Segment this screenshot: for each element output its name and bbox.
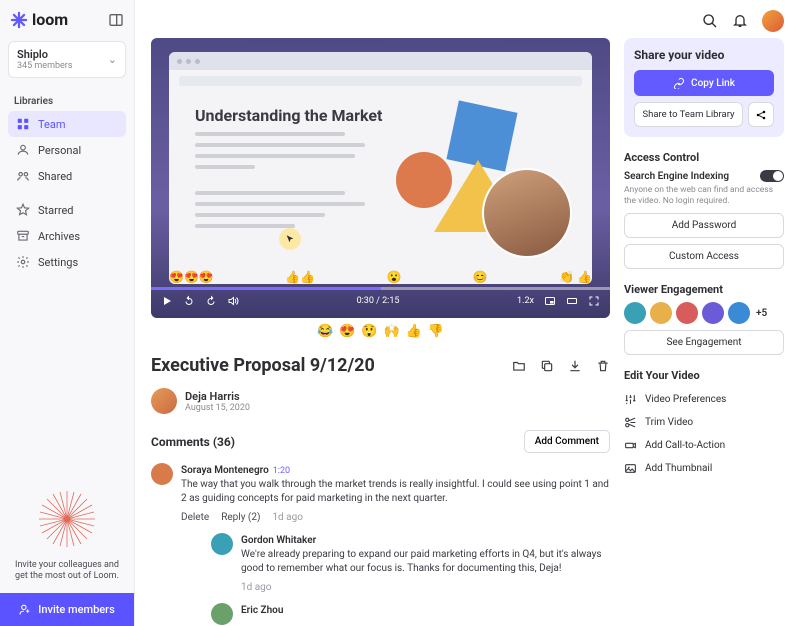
shared-icon: [16, 169, 30, 183]
duplicate-icon[interactable]: [540, 359, 554, 373]
invite-members-button[interactable]: Invite members: [0, 593, 134, 626]
comment-reply: Eric Zhou: [211, 593, 610, 625]
sidebar-item-shared[interactable]: Shared: [8, 163, 126, 189]
engagement-section: Viewer Engagement +5 See Engagement: [624, 283, 784, 355]
cta-icon: [624, 439, 637, 452]
sliders-icon: [624, 393, 637, 406]
logo[interactable]: loom: [10, 10, 68, 29]
user-avatar[interactable]: [762, 10, 784, 32]
cursor-icon: [279, 228, 301, 250]
chevron-down-icon: ⌄: [108, 53, 117, 66]
copy-link-button[interactable]: Copy Link: [634, 70, 774, 96]
personal-icon: [16, 143, 30, 157]
image-icon: [624, 462, 637, 475]
viewer-avatar[interactable]: [650, 302, 672, 324]
folder-icon[interactable]: [512, 359, 526, 373]
custom-access-button[interactable]: Custom Access: [624, 244, 784, 269]
link-icon: [673, 77, 685, 89]
fullscreen-icon[interactable]: [588, 295, 600, 307]
bell-icon[interactable]: [732, 13, 748, 29]
add-password-button[interactable]: Add Password: [624, 213, 784, 238]
rewind-icon[interactable]: [183, 295, 195, 307]
scissors-icon: [624, 416, 637, 429]
sidebar-item-team[interactable]: Team: [8, 111, 126, 137]
share-heading: Share your video: [634, 48, 774, 62]
author-avatar[interactable]: [151, 388, 177, 414]
sidebar-item-starred[interactable]: Starred: [8, 197, 126, 223]
comment-age: 1d ago: [272, 512, 303, 523]
comments-heading: Comments (36): [151, 435, 235, 449]
author-name: Deja Harris: [185, 390, 250, 403]
sidebar-item-personal[interactable]: Personal: [8, 137, 126, 163]
pip-icon[interactable]: [544, 295, 556, 307]
viewer-avatar[interactable]: [702, 302, 724, 324]
libraries-heading: Libraries: [8, 92, 126, 111]
viewer-avatar[interactable]: [728, 302, 750, 324]
share-more-button[interactable]: [748, 102, 774, 127]
indexing-sub: Anyone on the web can find and access th…: [624, 185, 784, 207]
add-cta-button[interactable]: Add Call-to-Action: [624, 434, 784, 457]
speed-button[interactable]: 1.2x: [517, 296, 534, 306]
viewer-avatar[interactable]: [624, 302, 646, 324]
indexing-toggle[interactable]: [760, 170, 784, 182]
loom-icon: [10, 11, 28, 29]
download-icon[interactable]: [568, 359, 582, 373]
reply-button[interactable]: Reply (2): [221, 512, 260, 523]
time-display: 0:30 / 2:15: [357, 296, 400, 306]
comment-reply: Gordon Whitaker We're already preparing …: [211, 523, 610, 593]
share-team-button[interactable]: Share to Team Library: [634, 102, 743, 127]
reactions-bar[interactable]: 😂😍😲🙌👍👎: [151, 318, 610, 349]
see-engagement-button[interactable]: See Engagement: [624, 330, 784, 355]
volume-icon[interactable]: [227, 295, 239, 307]
emoji-timeline: 😍😍😍👍👍😮😊👏 👍: [151, 270, 610, 284]
add-comment-button[interactable]: Add Comment: [524, 430, 610, 453]
play-icon[interactable]: [161, 295, 173, 307]
video-player[interactable]: Understanding the Market: [151, 38, 610, 318]
theater-icon[interactable]: [566, 295, 578, 307]
share-icon: [755, 109, 767, 121]
more-viewers[interactable]: +5: [756, 308, 767, 319]
invite-icon: [19, 603, 32, 616]
commenter-avatar[interactable]: [211, 533, 233, 555]
trash-icon[interactable]: [596, 359, 610, 373]
player-controls: 0:30 / 2:15 1.2x: [151, 284, 610, 318]
edit-video-section: Edit Your Video Video Preferences Trim V…: [624, 369, 784, 480]
sidebar-item-archives[interactable]: Archives: [8, 223, 126, 249]
forward-icon[interactable]: [205, 295, 217, 307]
invite-copy: Invite your colleagues and get the most …: [12, 560, 122, 583]
commenter-avatar[interactable]: [211, 603, 233, 625]
viewer-avatar[interactable]: [676, 302, 698, 324]
video-canvas: Understanding the Market: [169, 52, 592, 284]
video-date: August 15, 2020: [185, 403, 250, 413]
gear-icon: [16, 255, 30, 269]
video-preferences-button[interactable]: Video Preferences: [624, 388, 784, 411]
add-thumbnail-button[interactable]: Add Thumbnail: [624, 457, 784, 480]
delete-comment-button[interactable]: Delete: [181, 512, 209, 523]
sidebar: loom Shiplo 345 members ⌄ Libraries Team…: [0, 0, 135, 626]
trim-video-button[interactable]: Trim Video: [624, 411, 784, 434]
archive-icon: [16, 229, 30, 243]
access-control-section: Access Control Search Engine Indexing An…: [624, 151, 784, 269]
video-title: Executive Proposal 9/12/20: [151, 355, 375, 376]
sidebar-item-settings[interactable]: Settings: [8, 249, 126, 275]
sunburst-graphic: [37, 489, 97, 549]
search-icon[interactable]: [702, 13, 718, 29]
topbar: [135, 0, 800, 38]
presenter-bubble: [482, 168, 572, 258]
collapse-panel-icon[interactable]: [108, 12, 124, 28]
workspace-switcher[interactable]: Shiplo 345 members ⌄: [8, 41, 126, 78]
star-icon: [16, 203, 30, 217]
comment: Soraya Montenegro1:20 The way that you w…: [151, 453, 610, 625]
commenter-avatar[interactable]: [151, 463, 173, 485]
indexing-label: Search Engine Indexing: [624, 171, 729, 182]
share-card: Share your video Copy Link Share to Team…: [624, 38, 784, 137]
team-icon: [16, 117, 30, 131]
